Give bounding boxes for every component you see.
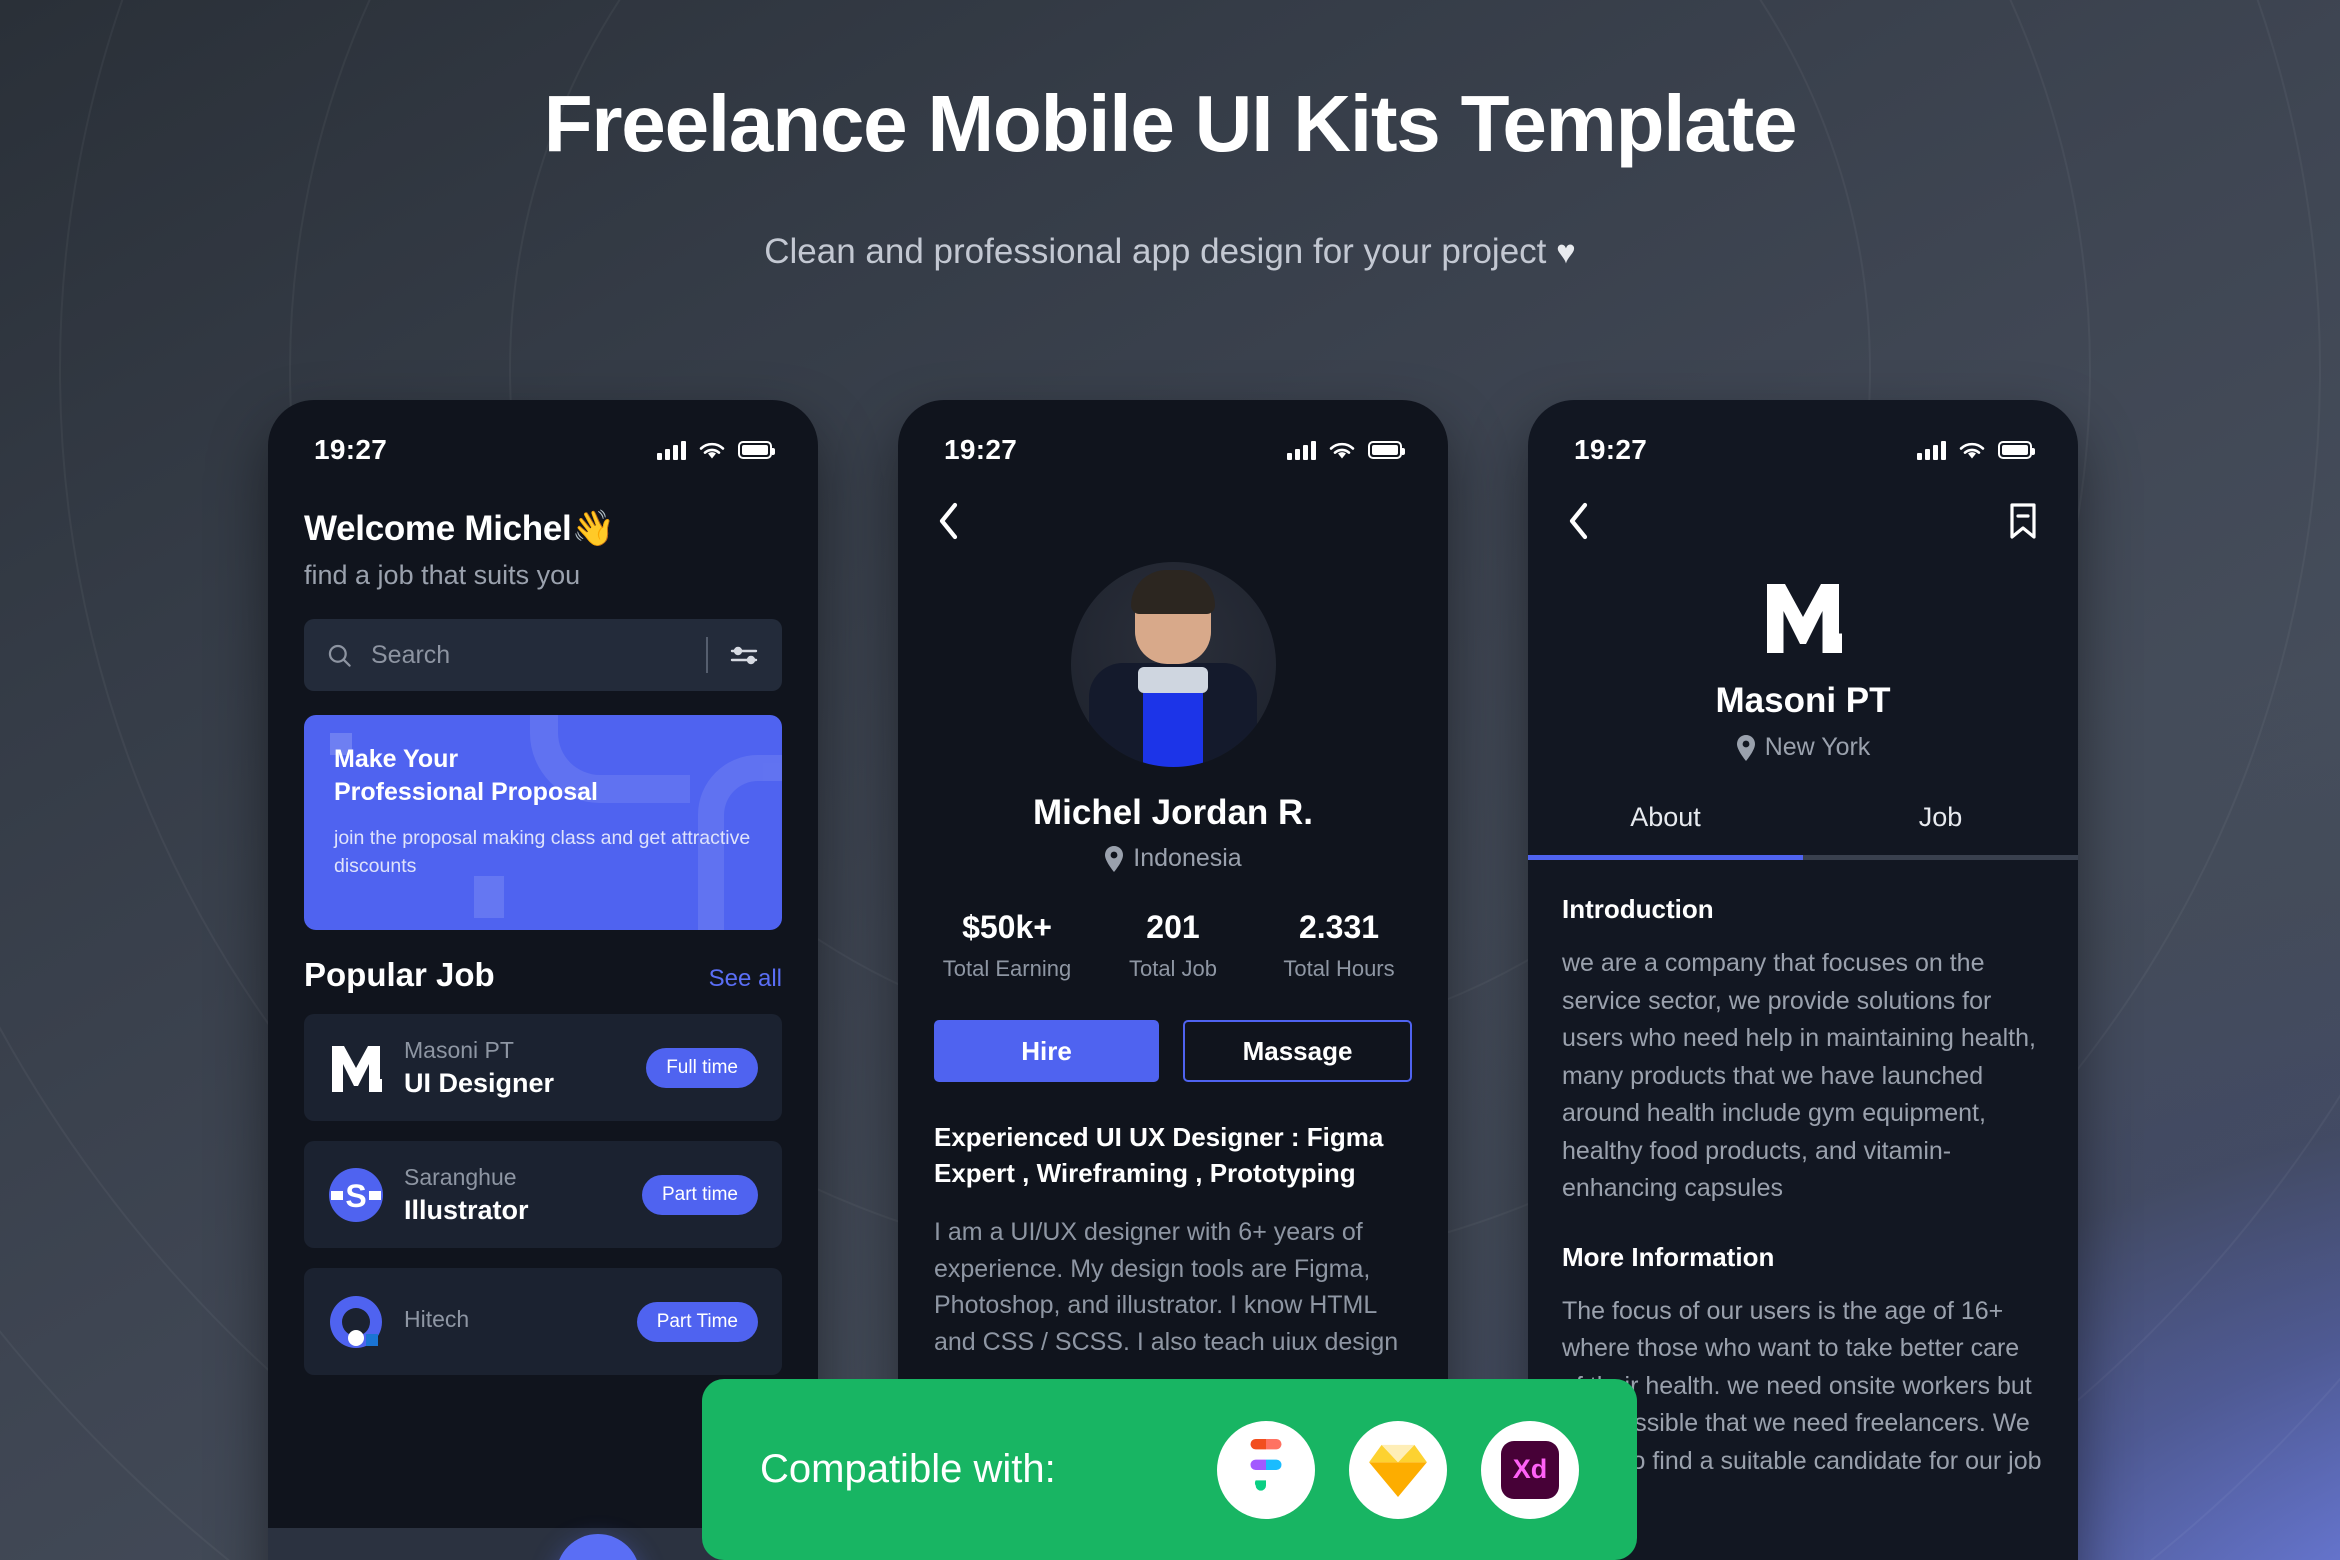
figma-icon[interactable] [1217,1420,1315,1519]
saranghue-logo: S [328,1167,384,1223]
job-type-badge: Full time [646,1047,758,1088]
avatar [898,562,1448,767]
job-list-item[interactable]: Masoni PT UI Designer Full time [304,1014,782,1121]
stat-item: $50k+ Total Earning [924,909,1090,982]
welcome-heading: Welcome Michel👋 [304,509,615,548]
filter-icon[interactable] [730,643,760,667]
adobe-xd-label: Xd [1501,1440,1559,1499]
job-list-item[interactable]: S Saranghue Illustrator Part time [304,1141,782,1248]
profile-photo [1070,562,1276,767]
promo-card[interactable]: Make Your Professional Proposal join the… [304,715,782,930]
section-title: Introduction [1562,894,1714,924]
job-list-item[interactable]: Hitech Part Time [304,1268,782,1375]
job-company: Masoni PT [404,1036,514,1063]
company-name: Masoni PT [1715,681,1891,720]
search-divider [706,637,708,673]
profile-nav-row [898,474,1448,540]
stat-label: Total Hours [1283,956,1395,981]
profile-location: Indonesia [898,844,1448,873]
profile-name: Michel Jordan R. [1032,793,1314,832]
section-text: we are a company that focuses on the ser… [1562,949,2036,1202]
search-icon [328,644,351,667]
bookmark-icon[interactable] [2008,502,2038,540]
tab-about[interactable]: About [1528,802,1803,855]
company-location-label: New York [1764,733,1871,761]
page-title: Freelance Mobile UI Kits Template [543,79,1798,168]
masoni-logo [328,1040,384,1096]
job-company: Hitech [404,1306,470,1332]
stat-value: 201 [1146,909,1200,945]
compatible-label: Compatible with: [760,1447,1056,1491]
message-button[interactable]: Massage [1183,1020,1412,1082]
map-pin-icon [1736,734,1755,761]
wifi-icon [699,442,725,458]
company-tabs: About Job [1528,802,2078,855]
search-placeholder: Search [371,640,451,669]
stat-label: Total Job [1128,956,1218,981]
popular-job-title: Popular Job [304,956,495,993]
compatible-banner: Compatible with: Xd [702,1379,1637,1560]
job-type-badge: Part Time [636,1301,758,1342]
tab-job[interactable]: Job [1803,802,2078,855]
stat-item: 201 Total Job [1090,909,1256,982]
chevron-left-icon[interactable] [1568,502,1590,540]
profile-location-label: Indonesia [1133,844,1242,872]
company-brand: Masoni PT New York [1528,578,2078,762]
status-bar: 19:27 [1528,400,2078,474]
promo-title-line1: Make Your [334,745,459,773]
hire-button[interactable]: Hire [934,1020,1159,1082]
chevron-left-icon[interactable] [938,502,960,540]
battery-icon [1368,441,1405,459]
battery-icon [738,441,775,459]
tab-indicator-active [1528,855,1803,860]
heart-icon: ♥ [1556,233,1576,270]
hitech-logo [328,1294,384,1350]
stat-value: 2.331 [1298,909,1380,945]
adobe-xd-icon[interactable]: Xd [1481,1420,1579,1519]
company-location: New York [1736,733,1871,762]
job-type-badge: Part time [641,1174,758,1215]
masoni-logo [1762,578,1844,661]
welcome-tagline: find a job that suits you [304,560,581,590]
company-nav-row [1528,474,2078,540]
see-all-link[interactable]: See all [709,965,782,993]
subtitle-text: Clean and professional app design for yo… [764,232,1547,271]
status-time: 19:27 [1574,434,1648,465]
popular-job-header: Popular Job See all [304,956,782,994]
wifi-icon [1329,442,1355,458]
promo-square-2 [474,876,504,918]
promo-title: Make Your Professional Proposal [334,743,752,810]
status-bar: 19:27 [898,400,1448,474]
tab-indicator [1528,855,2078,860]
signal-bars-icon [1917,440,1946,460]
section-title: More Information [1562,1241,1775,1272]
job-headline: Experienced UI UX Designer : Figma Exper… [934,1122,1384,1188]
svg-text:S: S [345,1178,366,1214]
stat-item: 2.331 Total Hours [1256,909,1422,982]
stat-label: Total Earning [942,956,1072,981]
promo-body: join the proposal making class and get a… [334,826,751,877]
battery-icon [1998,441,2035,459]
page-subtitle: Clean and professional app design for yo… [0,232,2340,272]
signal-bars-icon [1287,440,1316,460]
job-role: UI Designer [404,1067,555,1098]
job-company: Saranghue [404,1163,517,1190]
job-description: I am a UI/UX designer with 6+ years of e… [934,1217,1399,1356]
profile-stats: $50k+ Total Earning 201 Total Job 2.331 … [898,909,1448,982]
status-time: 19:27 [314,434,388,465]
promo-title-line2: Professional Proposal [334,778,598,807]
signal-bars-icon [657,440,686,460]
map-pin-icon [1105,845,1124,872]
status-bar: 19:27 [268,400,818,474]
add-button[interactable]: + [556,1534,641,1560]
job-role: Illustrator [404,1194,529,1225]
wifi-icon [1959,442,1985,458]
status-time: 19:27 [944,434,1018,465]
stat-value: $50k+ [962,909,1052,945]
sketch-icon[interactable] [1349,1420,1447,1519]
search-input[interactable]: Search [304,619,782,691]
profile-actions: Hire Massage [898,1020,1448,1082]
